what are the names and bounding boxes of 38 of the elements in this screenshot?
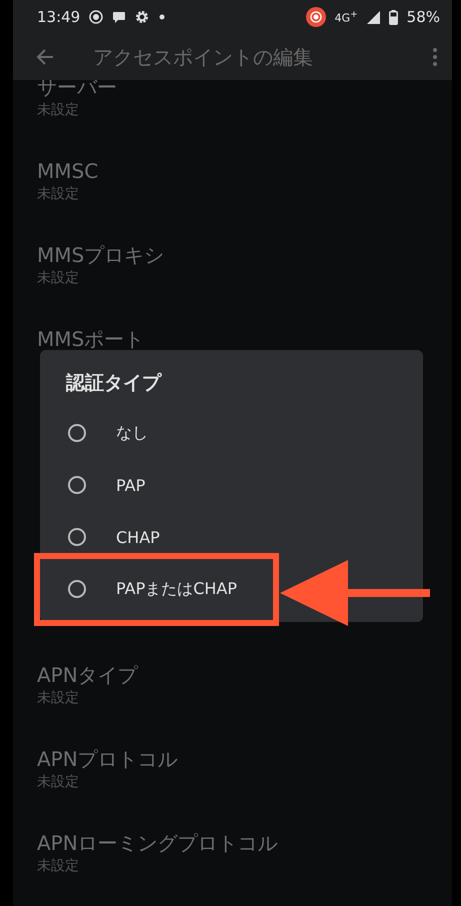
dot-icon (158, 13, 166, 21)
radio-button[interactable] (68, 476, 86, 494)
network-type: 4G$^{+}$ (334, 10, 358, 24)
setting-value: 未設定 (37, 689, 80, 707)
setting-value: 未設定 (37, 773, 80, 791)
dialog-title: 認証タイプ (66, 371, 163, 396)
back-arrow-icon (35, 47, 55, 67)
radio-option[interactable]: CHAP (68, 522, 160, 552)
radio-option[interactable]: PAP (68, 470, 146, 500)
setting-title: MMSポート (37, 327, 146, 351)
setting-title: APNタイプ (37, 663, 139, 687)
setting-value: 未設定 (37, 269, 80, 287)
radio-option[interactable]: PAPまたはCHAP (68, 574, 238, 604)
radio-button[interactable] (68, 424, 86, 442)
battery-icon (388, 10, 398, 24)
radio-option[interactable]: なし (68, 418, 148, 448)
target-icon (89, 10, 104, 24)
setting-value: 未設定 (37, 185, 80, 203)
menu-icon (432, 47, 438, 67)
setting-title: APNローミングプロトコル (37, 831, 279, 855)
setting-title: MMSプロキシ (37, 243, 166, 267)
recording-icon (306, 7, 326, 27)
setting-value: 未設定 (37, 857, 80, 875)
chat-bubble-icon (112, 10, 126, 24)
option-label: PAP (116, 476, 146, 494)
settings-icon (135, 10, 150, 24)
radio-button[interactable] (68, 528, 86, 546)
option-label: PAPまたはCHAP (116, 578, 238, 600)
signal-icon (366, 10, 380, 24)
setting-title: APNプロトコル (37, 747, 179, 771)
option-label: CHAP (116, 528, 160, 546)
clock-time: 13:49 (37, 8, 80, 26)
setting-title: MMSC (37, 159, 100, 183)
radio-button[interactable] (68, 580, 86, 598)
option-label: なし (116, 422, 148, 444)
battery-level: 58% (406, 8, 440, 26)
screen-title: アクセスポイントの編集 (93, 44, 314, 70)
setting-value: 未設定 (37, 101, 80, 119)
